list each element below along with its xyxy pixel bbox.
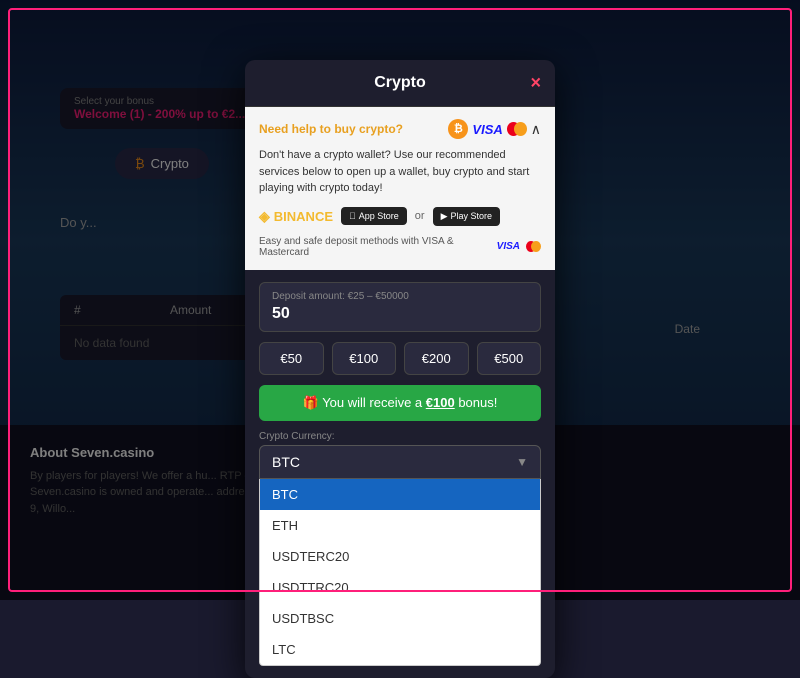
help-panel: Need help to buy crypto? ₿ VISA ∧ Don't … <box>245 107 555 270</box>
play-icon: ▶ <box>441 211 448 222</box>
mc-right <box>514 122 527 136</box>
help-services: ◈ BINANCE  App Store or ▶ Play Store <box>259 207 541 226</box>
mc-small-right <box>531 241 541 252</box>
deposit-section: Deposit amount: €25 – €50000 50 €50 €100… <box>245 270 555 678</box>
bitcoin-icon: ₿ <box>448 119 468 139</box>
apple-icon:  <box>349 211 356 221</box>
mastercard-icon <box>507 122 527 136</box>
mc-small-icon <box>526 241 541 252</box>
app-store-button[interactable]:  App Store <box>341 207 407 225</box>
bonus-suffix: bonus! <box>455 395 498 410</box>
visa-small-icon: VISA <box>497 241 520 252</box>
or-label: or <box>415 210 425 222</box>
dropdown-item-btc[interactable]: BTC <box>260 479 540 510</box>
deposit-value: 50 <box>272 305 528 323</box>
help-footer: Easy and safe deposit methods with VISA … <box>259 236 541 258</box>
help-footer-text: Easy and safe deposit methods with VISA … <box>259 236 491 258</box>
amount-btn-100[interactable]: €100 <box>332 342 397 375</box>
amount-btn-50[interactable]: €50 <box>259 342 324 375</box>
play-store-button[interactable]: ▶ Play Store <box>433 207 500 226</box>
help-icons: ₿ VISA ∧ <box>448 119 541 139</box>
dropdown-item-usdttrc20[interactable]: USDTTRC20 <box>260 572 540 603</box>
modal-title: Crypto <box>374 74 426 92</box>
dropdown-label: Crypto Currency: <box>259 431 541 442</box>
binance-label: BINANCE <box>274 209 333 224</box>
collapse-icon[interactable]: ∧ <box>531 121 541 138</box>
crypto-dropdown: Crypto Currency: BTC ▼ BTC ETH USDTERC20… <box>259 431 541 666</box>
dropdown-header[interactable]: BTC ▼ <box>259 445 541 479</box>
binance-icon: ◈ <box>259 208 270 225</box>
modal-close-button[interactable]: × <box>530 73 541 94</box>
app-store-label: App Store <box>359 211 399 221</box>
dropdown-selected: BTC <box>272 454 300 470</box>
dropdown-item-eth[interactable]: ETH <box>260 510 540 541</box>
dropdown-item-usdterc20[interactable]: USDTERC20 <box>260 541 540 572</box>
amount-btn-500[interactable]: €500 <box>477 342 542 375</box>
visa-icon: VISA <box>472 122 502 137</box>
bonus-amount: €100 <box>426 395 455 410</box>
bonus-banner: 🎁 You will receive a €100 bonus! <box>259 385 541 421</box>
dropdown-list: BTC ETH USDTERC20 USDTTRC20 USDTBSC LTC <box>259 479 541 666</box>
modal-header: Crypto × <box>245 60 555 107</box>
binance-logo[interactable]: ◈ BINANCE <box>259 208 333 225</box>
amount-btn-200[interactable]: €200 <box>404 342 469 375</box>
chevron-down-icon: ▼ <box>516 455 528 469</box>
help-description: Don't have a crypto wallet? Use our reco… <box>259 147 541 197</box>
modal-body: Need help to buy crypto? ₿ VISA ∧ Don't … <box>245 107 555 678</box>
deposit-input-wrap[interactable]: Deposit amount: €25 – €50000 50 <box>259 282 541 332</box>
bonus-text: 🎁 You will receive a <box>303 395 426 410</box>
help-top: Need help to buy crypto? ₿ VISA ∧ <box>259 119 541 139</box>
amount-buttons: €50 €100 €200 €500 <box>259 342 541 375</box>
dropdown-item-usdtbsc[interactable]: USDTBSC <box>260 603 540 634</box>
play-store-label: Play Store <box>451 211 493 221</box>
deposit-label: Deposit amount: €25 – €50000 <box>272 291 528 302</box>
crypto-modal: Crypto × Need help to buy crypto? ₿ VISA… <box>245 60 555 678</box>
help-question: Need help to buy crypto? <box>259 122 403 136</box>
dropdown-item-ltc[interactable]: LTC <box>260 634 540 665</box>
